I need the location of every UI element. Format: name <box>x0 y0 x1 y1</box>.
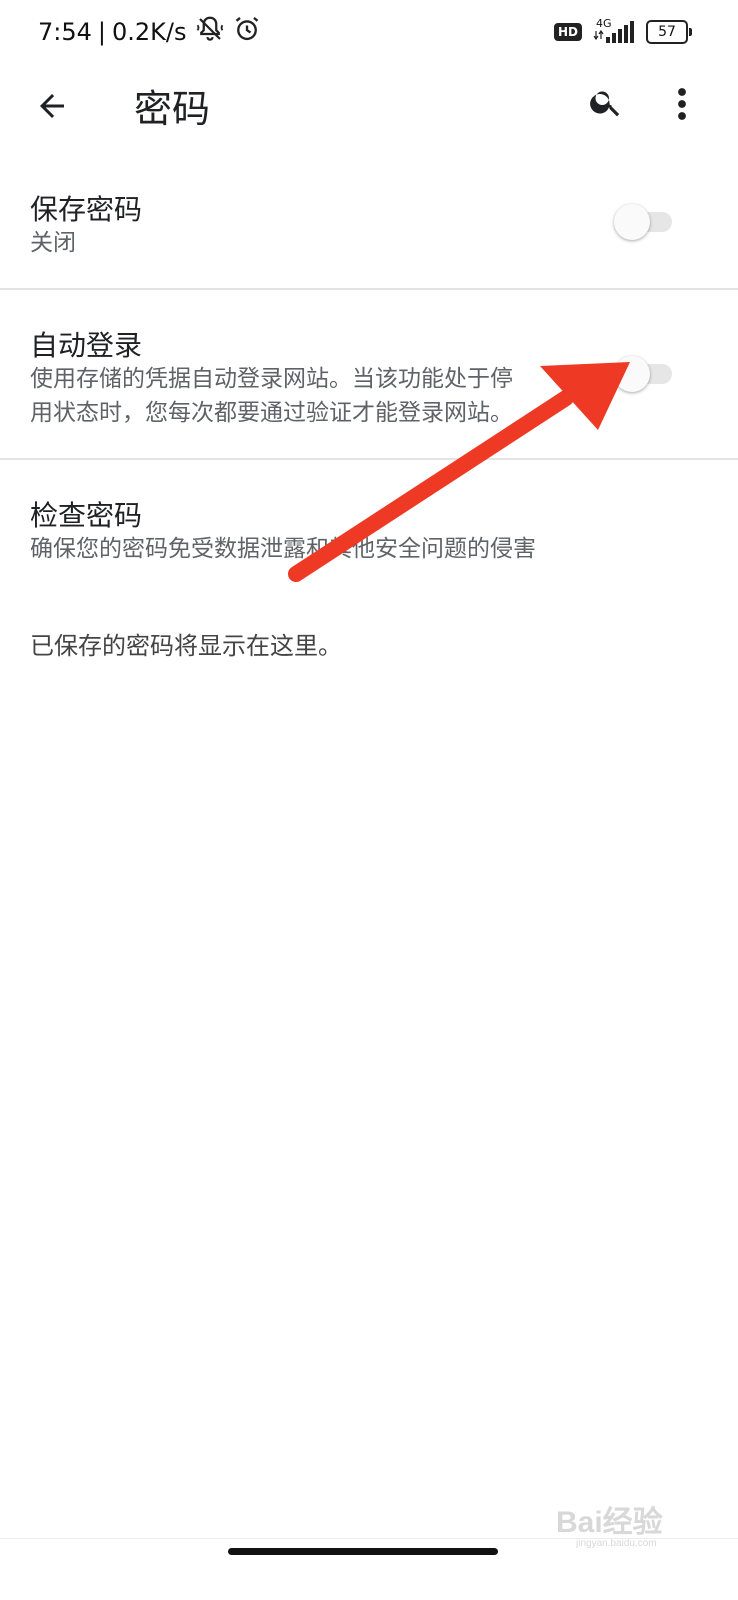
status-left: 7:54 | 0.2K/s <box>38 14 261 50</box>
hd-badge: HD <box>553 23 582 41</box>
battery-level: 57 <box>658 24 676 40</box>
back-arrow-icon <box>40 94 64 118</box>
svg-text:jingyan.baidu.com: jingyan.baidu.com <box>575 1538 657 1549</box>
app-bar: 密码 <box>0 66 738 146</box>
status-time: 7:54 <box>38 18 92 46</box>
save-passwords-title: 保存密码 <box>30 193 143 226</box>
signal-icon: 4G <box>592 17 636 47</box>
baidu-jingyan-watermark: Bai经验 jingyan.baidu.com <box>556 1505 663 1549</box>
auto-signin-row[interactable]: 自动登录 使用存储的凭据自动登录网站。当该功能处于停 用状态时，您每次都要通过验… <box>0 290 738 458</box>
more-options-button[interactable] <box>664 80 700 128</box>
save-passwords-toggle[interactable] <box>614 204 674 240</box>
nav-divider <box>0 1538 738 1539</box>
mute-notification-icon <box>195 14 225 50</box>
saved-passwords-empty-note: 已保存的密码将显示在这里。 <box>30 632 342 660</box>
status-bar: 7:54 | 0.2K/s HD 4G 57 <box>0 0 738 66</box>
toggle-thumb <box>614 204 650 240</box>
search-icon <box>590 91 620 117</box>
save-passwords-row[interactable]: 保存密码 关闭 <box>0 170 738 288</box>
more-vert-icon <box>678 88 686 120</box>
home-indicator[interactable] <box>228 1548 498 1555</box>
battery-icon: 57 <box>646 20 692 44</box>
search-button[interactable] <box>584 80 628 124</box>
auto-signin-toggle[interactable] <box>614 356 674 392</box>
back-button[interactable] <box>28 82 76 130</box>
status-separator: | <box>97 18 106 46</box>
auto-signin-title: 自动登录 <box>30 329 143 362</box>
toggle-thumb <box>614 356 650 392</box>
save-passwords-subtitle: 关闭 <box>30 230 76 256</box>
check-passwords-row[interactable]: 检查密码 确保您的密码免受数据泄露和其他安全问题的侵害 <box>0 460 738 580</box>
check-passwords-subtitle: 确保您的密码免受数据泄露和其他安全问题的侵害 <box>30 536 536 562</box>
alarm-icon <box>233 15 261 49</box>
status-right: HD 4G 57 <box>553 16 692 48</box>
svg-text:Bai经验: Bai经验 <box>556 1505 663 1539</box>
page-title: 密码 <box>134 87 211 131</box>
status-net-speed: 0.2K/s <box>112 18 187 46</box>
auto-signin-subtitle-line-2: 用状态时，您每次都要通过验证才能登录网站。 <box>30 400 513 426</box>
auto-signin-subtitle-line-1: 使用存储的凭据自动登录网站。当该功能处于停 <box>30 366 513 392</box>
check-passwords-title: 检查密码 <box>30 499 143 532</box>
